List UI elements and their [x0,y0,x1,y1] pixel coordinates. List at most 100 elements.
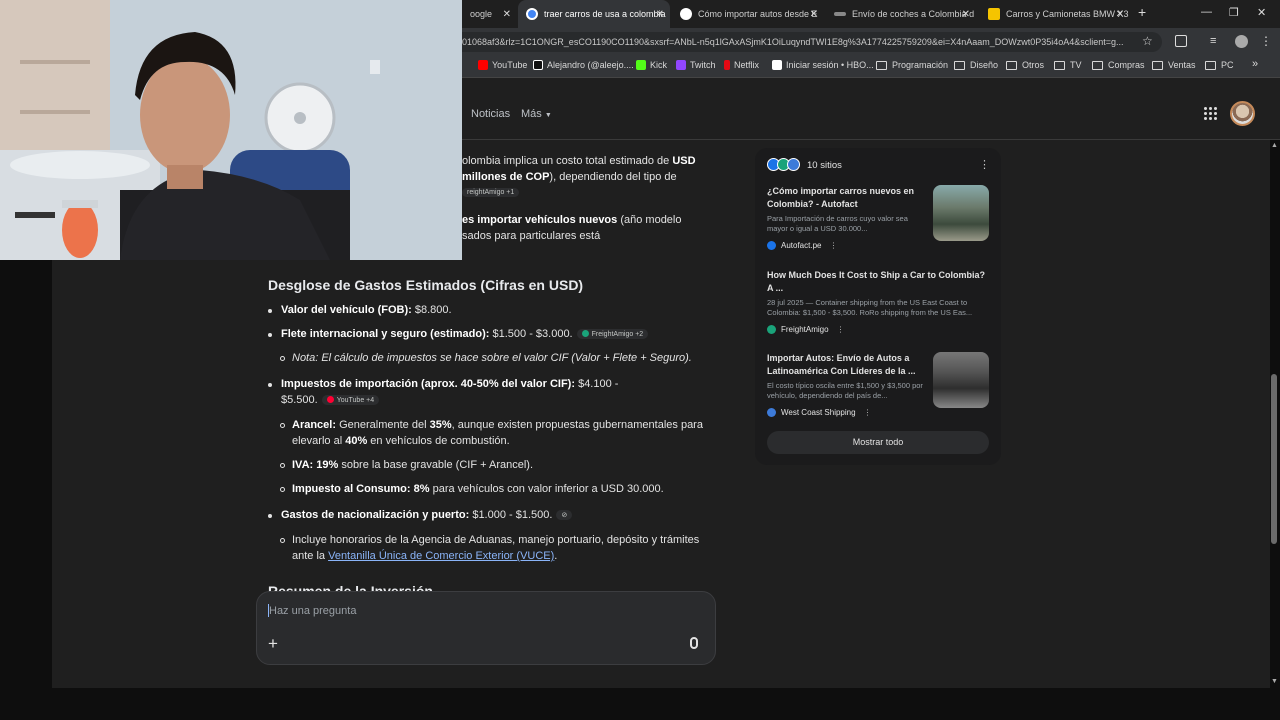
show-all-button[interactable]: Mostrar todo [767,431,989,454]
maximize-icon[interactable]: ❐ [1229,6,1239,19]
bookmark-folder-tv[interactable]: TV [1054,60,1082,70]
bookmark-folder-pc[interactable]: PC [1205,60,1234,70]
bookmark-youtube[interactable]: YouTube [478,60,527,70]
intro-line-3: es importar vehículos nuevos (año modelo [462,214,682,226]
section-title: Desglose de Gastos Estimados (Cifras en … [268,277,584,293]
tab-label: oogle [470,9,493,19]
bookmark-folder-diseno[interactable]: Diseño [954,60,998,70]
westcoast-icon [767,408,776,417]
source-thumbnail[interactable] [933,352,989,408]
sub-nac-1: Incluye honorarios de la Agencia de Adua… [292,534,700,546]
source-title[interactable]: Importar Autos: Envío de Autos a Latinoa… [767,352,925,378]
sub-bullet [280,487,285,492]
add-button[interactable]: + [268,634,278,654]
source-site[interactable]: Autofact.pe ⋮ [767,241,837,250]
intro-source-chip[interactable]: reightAmigo +1 [458,186,520,198]
microphone-icon[interactable] [690,637,698,649]
note-cif: Nota: El cálculo de impuestos se hace so… [292,352,692,364]
more-options-icon[interactable]: ⋮ [979,158,990,171]
tab-mas[interactable]: Más ▼ [521,108,552,120]
intro-line-2: millones de COP), dependiendo del tipo d… [462,171,677,183]
intro-line-1: olombia implica un costo total estimado … [462,155,696,167]
tab-noticias[interactable]: Noticias [471,108,510,120]
netflix-icon [724,60,730,70]
bookmark-folder-otros[interactable]: Otros [1006,60,1044,70]
list-item-flete: Flete internacional y seguro (estimado):… [281,328,649,340]
vuce-link[interactable]: Ventanilla Única de Comercio Exterior (V… [328,550,554,562]
sources-count[interactable]: 10 sitios [807,160,842,171]
site-icon [680,8,692,20]
scroll-down-icon[interactable]: ▼ [1271,678,1278,685]
google-icon [526,8,538,20]
media-icon[interactable]: ≡ [1210,35,1216,47]
source-site[interactable]: West Coast Shipping ⋮ [767,408,872,417]
bookmark-alejandro[interactable]: Alejandro (@aleejo.... [533,60,634,70]
avatar[interactable] [1230,101,1255,126]
source-snippet: Para Importación de carros cuyo valor se… [767,214,908,233]
source-title[interactable]: ¿Cómo importar carros nuevos en Colombia… [767,185,925,211]
star-icon[interactable]: ☆ [1142,34,1153,48]
chevron-down-icon: ▼ [544,112,552,119]
menu-icon[interactable]: ⋮ [1260,34,1272,48]
folder-icon [1092,60,1103,70]
source-chip[interactable]: YouTube +4 [321,395,380,406]
list-item-nacionalizacion: Gastos de nacionalización y puerto: $1.0… [281,509,573,521]
tab-label: Envío de coches a Colombia d [852,9,975,19]
close-icon[interactable]: ✕ [656,9,664,20]
tab-como-importar[interactable]: Cómo importar autos desde E ✕ [672,0,824,28]
bookmark-folder-ventas[interactable]: Ventas [1152,60,1196,70]
close-icon[interactable]: ✕ [962,9,970,20]
bookmark-hbo[interactable]: Iniciar sesión • HBO... [772,60,874,70]
source-title[interactable]: How Much Does It Cost to Ship a Car to C… [767,269,989,295]
url-field[interactable]: 01068af3&rlz=1C1ONGR_esCO1190CO1190&sxsr… [440,32,1162,52]
bookmark-folder-programacion[interactable]: Programación [876,60,948,70]
folder-icon [954,60,965,70]
bookmark-twitch[interactable]: Twitch [676,60,716,70]
folder-icon [876,60,887,70]
new-tab-button[interactable]: + [1138,4,1146,20]
minimize-icon[interactable]: — [1201,6,1212,18]
sub-iva: IVA: 19% sobre la base gravable (CIF + A… [292,459,533,471]
bookmark-kick[interactable]: Kick [636,60,667,70]
tab-traer-carros[interactable]: traer carros de usa a colombia ✕ [518,0,670,28]
tiktok-icon [533,60,543,70]
scrollbar-thumb[interactable] [1271,374,1277,544]
webcam-overlay [0,0,462,260]
sub-arancel-2: elevarlo al 40% en vehículos de combusti… [292,435,510,447]
list-item-impuestos-cont: $5.500. YouTube +4 [281,394,380,406]
more-bookmarks-button[interactable]: » [1252,58,1258,70]
close-window-icon[interactable]: ✕ [1257,6,1266,19]
profile-icon[interactable] [1235,35,1248,48]
sub-bullet [280,423,285,428]
source-chip[interactable]: FreightAmigo +2 [576,329,649,340]
site-icon [988,8,1000,20]
twitch-icon [676,60,686,70]
freightamigo-icon [767,325,776,334]
link-icon[interactable]: ⊘ [556,510,573,521]
bookmark-netflix[interactable]: Netflix [724,60,759,70]
bullet [268,309,272,313]
webcam-feed-image [0,0,462,260]
sub-arancel-1: Arancel: Generalmente del 35%, aunque ex… [292,419,703,431]
apps-grid-icon[interactable] [1204,107,1217,120]
close-icon[interactable]: ✕ [810,9,818,20]
tab-google[interactable]: oogle ✕ [462,0,517,28]
ask-box [256,591,716,665]
intro-line-4: sados para particulares está [462,230,601,242]
close-icon[interactable]: ✕ [503,9,511,20]
tab-carros-bmw[interactable]: Carros y Camionetas BMW X3 ✕ [980,0,1130,28]
scroll-up-icon[interactable]: ▲ [1271,142,1278,149]
bookmark-folder-compras[interactable]: Compras [1092,60,1145,70]
hbo-icon [772,60,782,70]
source-snippet: 28 jul 2025 — Container shipping from th… [767,298,973,317]
source-thumbnail[interactable] [933,185,989,241]
ask-input[interactable]: Haz una pregunta [269,605,356,617]
tab-envio-coches[interactable]: Envío de coches a Colombia d ✕ [826,0,976,28]
more-options-icon: ⋮ [836,325,845,334]
autofact-icon [767,241,776,250]
close-icon[interactable]: ✕ [1116,9,1124,20]
westcoast-icon [787,158,800,171]
source-site[interactable]: FreightAmigo ⋮ [767,325,845,334]
sub-consumo: Impuesto al Consumo: 8% para vehículos c… [292,483,664,495]
extensions-icon[interactable] [1175,35,1187,47]
